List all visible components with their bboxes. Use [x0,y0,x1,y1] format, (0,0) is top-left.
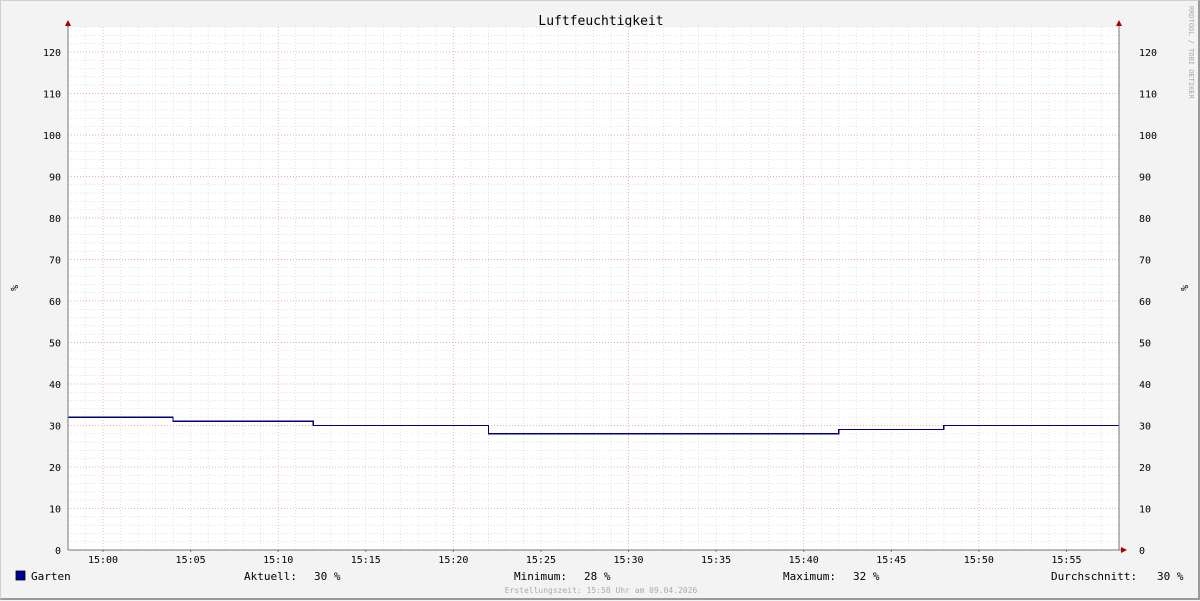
grid-layer [67,26,1120,551]
y-tick-label-left: 0 [55,546,61,557]
legend: Garten Aktuell: 30 % Minimum: 28 % Maxim… [15,570,1184,583]
humidity-chart: Luftfeuchtigkeit RRDTOOL / TOBI OETIKER … [8,6,1195,595]
credit-text: RRDTOOL / TOBI OETIKER [1187,6,1195,100]
legend-max-label: Maximum: [783,570,836,583]
footer-timestamp: Erstellungszeit: 15:58 Uhr am 09.04.2026 [505,586,698,595]
x-tick-labels: 15:00 15:05 15:10 15:15 15:20 15:25 15:30 15:35… [88,555,1082,566]
legend-min-label: Minimum: [514,570,567,583]
y-tick-label-left: 30 [49,421,61,432]
x-tick-label: 15:20 [438,555,468,566]
y-tick-label-right: 100 [1139,131,1157,142]
y-tick-label-right: 10 [1139,504,1151,515]
legend-current-label: Aktuell: [244,570,297,583]
y-tick-label-right: 30 [1139,421,1151,432]
legend-current-value: 30 % [314,570,341,583]
legend-max-value: 32 % [853,570,880,583]
x-tick-label: 15:35 [701,555,731,566]
legend-avg-value: 30 % [1157,570,1184,583]
y-tick-label-right: 0 [1139,546,1145,557]
y-tick-label-right: 80 [1139,214,1151,225]
legend-series-name: Garten [31,570,71,583]
legend-avg-label: Durchschnitt: [1051,570,1137,583]
x-tick-label: 15:10 [263,555,293,566]
y-tick-label-left: 60 [49,297,61,308]
x-tick-label: 15:45 [876,555,906,566]
y-axis-label-right: % [1178,285,1189,291]
legend-min-value: 28 % [584,570,611,583]
y-tick-label-left: 70 [49,255,61,266]
y-tick-label-right: 90 [1139,172,1151,183]
x-tick-label: 15:55 [1051,555,1081,566]
y-tick-label-right: 110 [1139,89,1157,100]
y-tick-label-left: 20 [49,463,61,474]
x-tick-label: 15:30 [613,555,643,566]
x-tick-label: 15:05 [176,555,206,566]
y-tick-label-left: 100 [43,131,61,142]
y-tick-label-left: 80 [49,214,61,225]
x-tick-label: 15:25 [526,555,556,566]
y-tick-label-left: 10 [49,504,61,515]
y-tick-label-left: 50 [49,338,61,349]
y-tick-label-right: 20 [1139,463,1151,474]
y-tick-label-right: 50 [1139,338,1151,349]
x-tick-label: 15:15 [351,555,381,566]
x-tick-label: 15:00 [88,555,118,566]
y-tick-label-left: 120 [43,48,61,59]
y-tick-label-right: 60 [1139,297,1151,308]
y-tick-label-left: 110 [43,89,61,100]
y-tick-label-right: 120 [1139,48,1157,59]
y-axis-label-left: % [8,285,19,291]
x-tick-label: 15:40 [789,555,819,566]
x-axis-arrow [1121,547,1127,553]
legend-swatch [15,570,26,581]
y-tick-label-right: 70 [1139,255,1151,266]
y-tick-label-left: 90 [49,172,61,183]
x-tick-label: 15:50 [964,555,994,566]
graph-frame: Luftfeuchtigkeit RRDTOOL / TOBI OETIKER … [0,0,1200,600]
y-axis-arrow-right [1116,20,1122,26]
y-tick-label-right: 40 [1139,380,1151,391]
y-axis-arrow-left [65,20,71,26]
y-tick-label-left: 40 [49,380,61,391]
